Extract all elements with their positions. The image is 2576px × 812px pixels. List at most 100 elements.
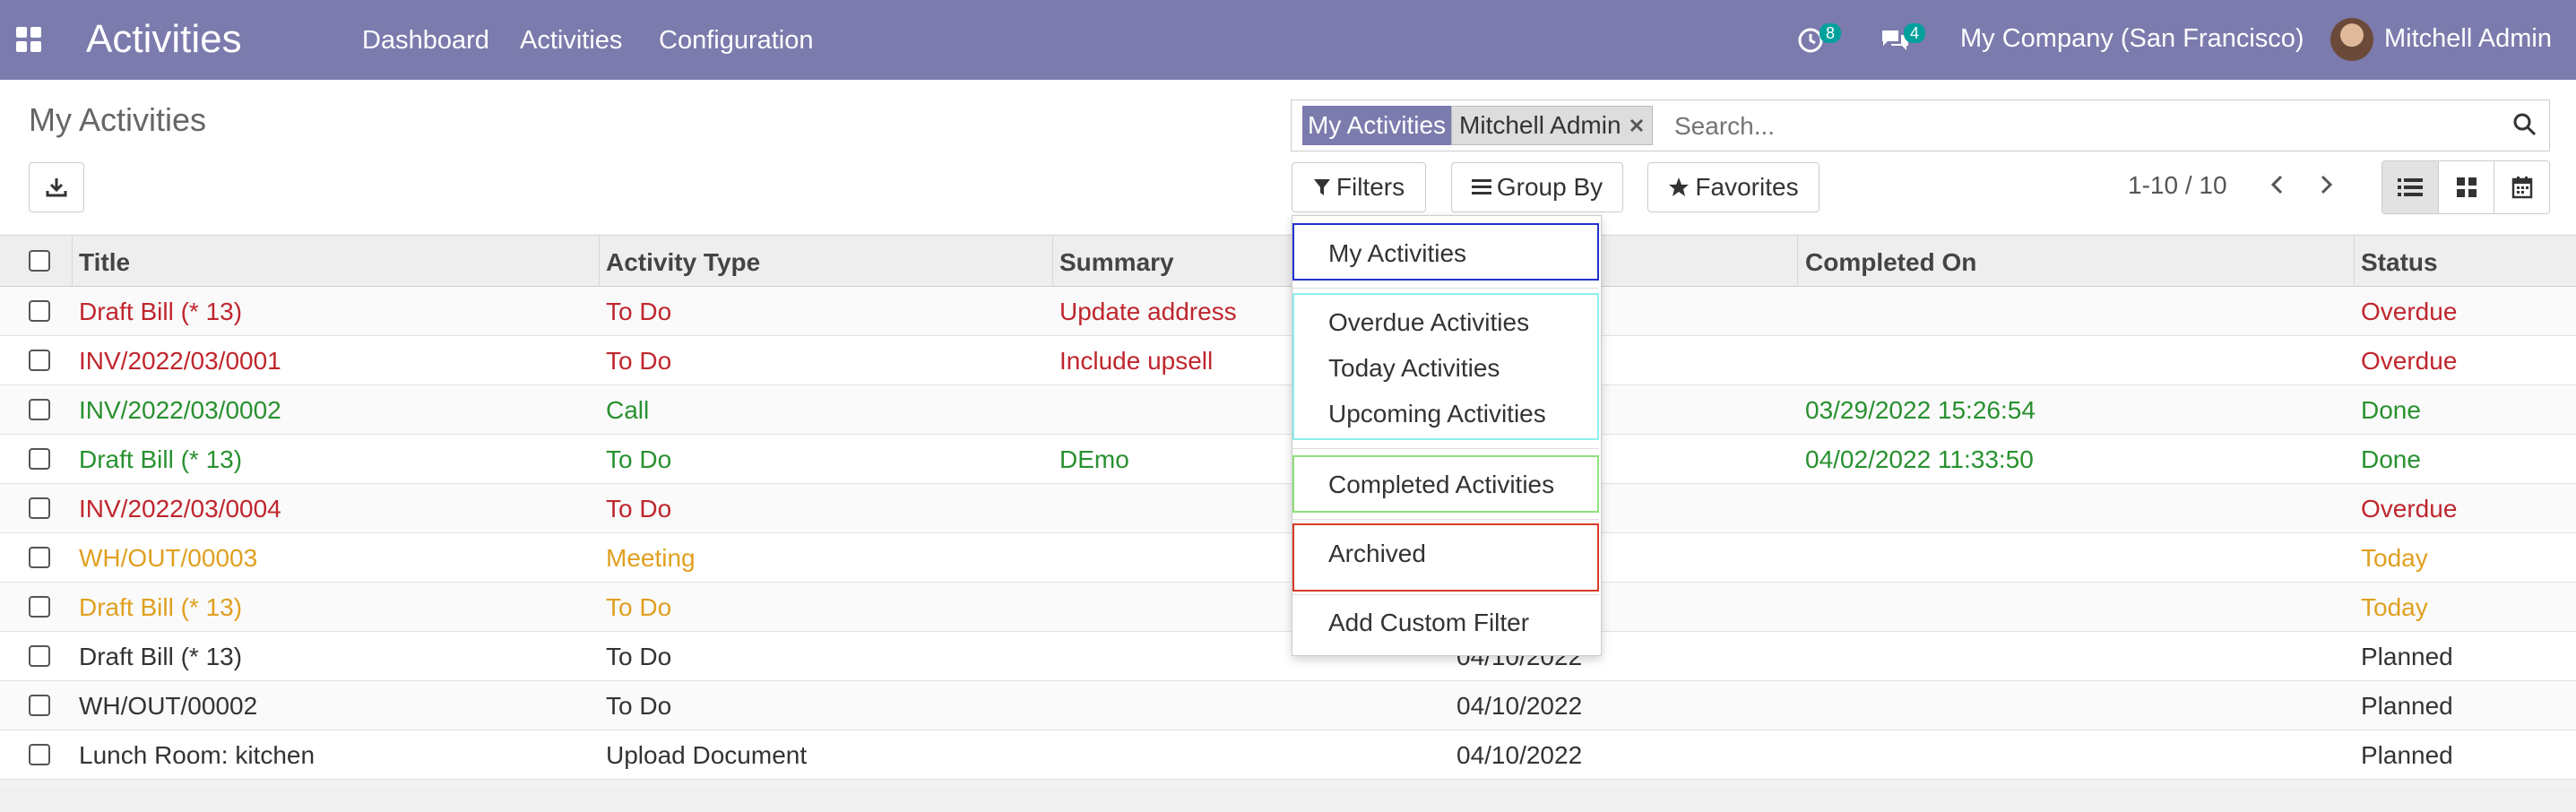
cell-title: INV/2022/03/0001 [79, 347, 281, 375]
row-checkbox[interactable] [29, 645, 50, 667]
row-checkbox[interactable] [29, 350, 50, 371]
filter-completed-activities[interactable]: Completed Activities [1328, 471, 1554, 499]
row-checkbox[interactable] [29, 695, 50, 716]
export-button[interactable] [29, 162, 84, 212]
filters-dropdown: My Activities Overdue Activities Today A… [1292, 215, 1602, 656]
row-checkbox[interactable] [29, 300, 50, 322]
column-completed-on[interactable]: Completed On [1805, 248, 1976, 277]
cell-activity-type: To Do [606, 692, 672, 720]
cell-status: Overdue [2361, 298, 2458, 325]
calendar-view-button[interactable] [2494, 160, 2550, 214]
table-row[interactable]: Draft Bill (* 13) To Do DEmo 04/02/2022 11:… [0, 435, 2576, 484]
app-switcher-icon[interactable] [16, 27, 41, 52]
row-checkbox[interactable] [29, 497, 50, 519]
cell-status: Done [2361, 445, 2421, 473]
cell-activity-type: Call [606, 396, 650, 424]
cell-status: Planned [2361, 692, 2453, 720]
cell-activity-type: To Do [606, 643, 672, 670]
menu-dashboard[interactable]: Dashboard [362, 25, 489, 56]
row-checkbox[interactable] [29, 399, 50, 420]
user-avatar[interactable] [2330, 18, 2373, 61]
pager-value[interactable]: 1-10 / 10 [2128, 171, 2227, 200]
list-view-button[interactable] [2382, 160, 2439, 214]
cell-title: INV/2022/03/0002 [79, 396, 281, 424]
filter-archived[interactable]: Archived [1328, 540, 1426, 568]
column-activity-type[interactable]: Activity Type [606, 248, 760, 277]
remove-facet-icon[interactable] [1629, 117, 1645, 134]
table-row[interactable]: WH/OUT/00003 Meeting Today [0, 533, 2576, 583]
table-row[interactable]: INV/2022/03/0002 Call 03/29/2022 15:26:54 D… [0, 385, 2576, 435]
table-row[interactable]: INV/2022/03/0004 To Do Overdue [0, 484, 2576, 533]
activity-count-badge: 8 [1820, 23, 1842, 43]
table-row[interactable]: Lunch Room: kitchen Upload Document 04/10/… [0, 730, 2576, 780]
facet-value: Mitchell Admin [1451, 106, 1653, 145]
filter-upcoming-activities[interactable]: Upcoming Activities [1328, 400, 1546, 428]
filters-button[interactable]: Filters [1292, 162, 1426, 212]
cell-title: Draft Bill (* 13) [79, 643, 243, 670]
table-row[interactable]: Draft Bill (* 13) To Do Today [0, 583, 2576, 632]
filter-my-activities[interactable]: My Activities [1328, 239, 1466, 268]
cell-activity-type: To Do [606, 347, 672, 375]
cell-title: WH/OUT/00002 [79, 692, 258, 720]
search-bar[interactable]: My Activities Mitchell Admin [1291, 99, 2550, 151]
filter-add-custom[interactable]: Add Custom Filter [1328, 609, 1529, 637]
table-row[interactable]: INV/2022/03/0001 To Do Include upsell Overd… [0, 336, 2576, 385]
cell-status: Overdue [2361, 495, 2458, 523]
favorites-label: Favorites [1695, 173, 1799, 201]
table-row[interactable]: WH/OUT/00002 To Do 04/10/2022 Planned [0, 681, 2576, 730]
table-row[interactable]: Draft Bill (* 13) To Do 04/10/2022 Planned [0, 632, 2576, 681]
cell-title: WH/OUT/00003 [79, 544, 258, 572]
menu-configuration[interactable]: Configuration [659, 25, 814, 56]
column-status[interactable]: Status [2361, 248, 2438, 277]
cell-completed-on: 04/02/2022 11:33:50 [1805, 445, 2034, 473]
row-checkbox[interactable] [29, 547, 50, 568]
filters-label: Filters [1336, 173, 1405, 201]
favorites-button[interactable]: Favorites [1647, 162, 1820, 212]
facet-value-text: Mitchell Admin [1459, 111, 1621, 139]
top-navbar: Activities Dashboard Activities Configur… [0, 0, 2576, 80]
cell-title: INV/2022/03/0004 [79, 495, 281, 523]
cell-activity-type: Meeting [606, 544, 696, 572]
cell-title: Draft Bill (* 13) [79, 593, 243, 621]
cell-due-date: 04/10/2022 [1457, 692, 1583, 720]
cell-activity-type: To Do [606, 298, 672, 325]
search-facet[interactable]: My Activities Mitchell Admin [1302, 106, 1653, 145]
kanban-view-button[interactable] [2438, 160, 2494, 214]
table-row[interactable]: Draft Bill (* 13) To Do Update address Over… [0, 287, 2576, 336]
cell-completed-on: 03/29/2022 15:26:54 [1805, 396, 2036, 424]
cell-status: Planned [2361, 741, 2453, 769]
search-input[interactable] [1673, 106, 2519, 147]
cell-status: Planned [2361, 643, 2453, 670]
cell-title: Draft Bill (* 13) [79, 298, 243, 325]
message-count-badge: 4 [1904, 23, 1926, 43]
table-header: Title Activity Type Summary Completed On… [0, 235, 2576, 288]
row-checkbox[interactable] [29, 596, 50, 618]
select-all-checkbox[interactable] [29, 250, 50, 272]
app-title[interactable]: Activities [86, 16, 242, 63]
cell-summary: Update address [1059, 298, 1237, 325]
cell-activity-type: Upload Document [606, 741, 808, 769]
cell-summary: DEmo [1059, 445, 1129, 473]
download-icon [46, 178, 67, 197]
search-icon[interactable] [2511, 111, 2538, 138]
page-title: My Activities [29, 101, 207, 138]
menu-activities[interactable]: Activities [520, 25, 622, 56]
cell-activity-type: To Do [606, 495, 672, 523]
chevron-right-icon[interactable] [2316, 173, 2336, 196]
group-by-button[interactable]: Group By [1451, 162, 1623, 212]
company-switcher[interactable]: My Company (San Francisco) [1960, 23, 2304, 54]
row-checkbox[interactable] [29, 744, 50, 765]
group-by-label: Group By [1496, 173, 1604, 201]
filter-overdue-activities[interactable]: Overdue Activities [1328, 308, 1529, 337]
row-checkbox[interactable] [29, 448, 50, 470]
column-title[interactable]: Title [79, 248, 130, 277]
user-menu[interactable]: Mitchell Admin [2384, 23, 2552, 54]
filter-today-activities[interactable]: Today Activities [1328, 354, 1500, 383]
calendar-icon [2511, 177, 2532, 199]
star-icon [1669, 177, 1690, 196]
column-summary[interactable]: Summary [1059, 248, 1174, 277]
cell-status: Today [2361, 593, 2428, 621]
cell-activity-type: To Do [606, 445, 672, 473]
chevron-left-icon[interactable] [2268, 173, 2287, 196]
filter-icon [1313, 179, 1330, 195]
